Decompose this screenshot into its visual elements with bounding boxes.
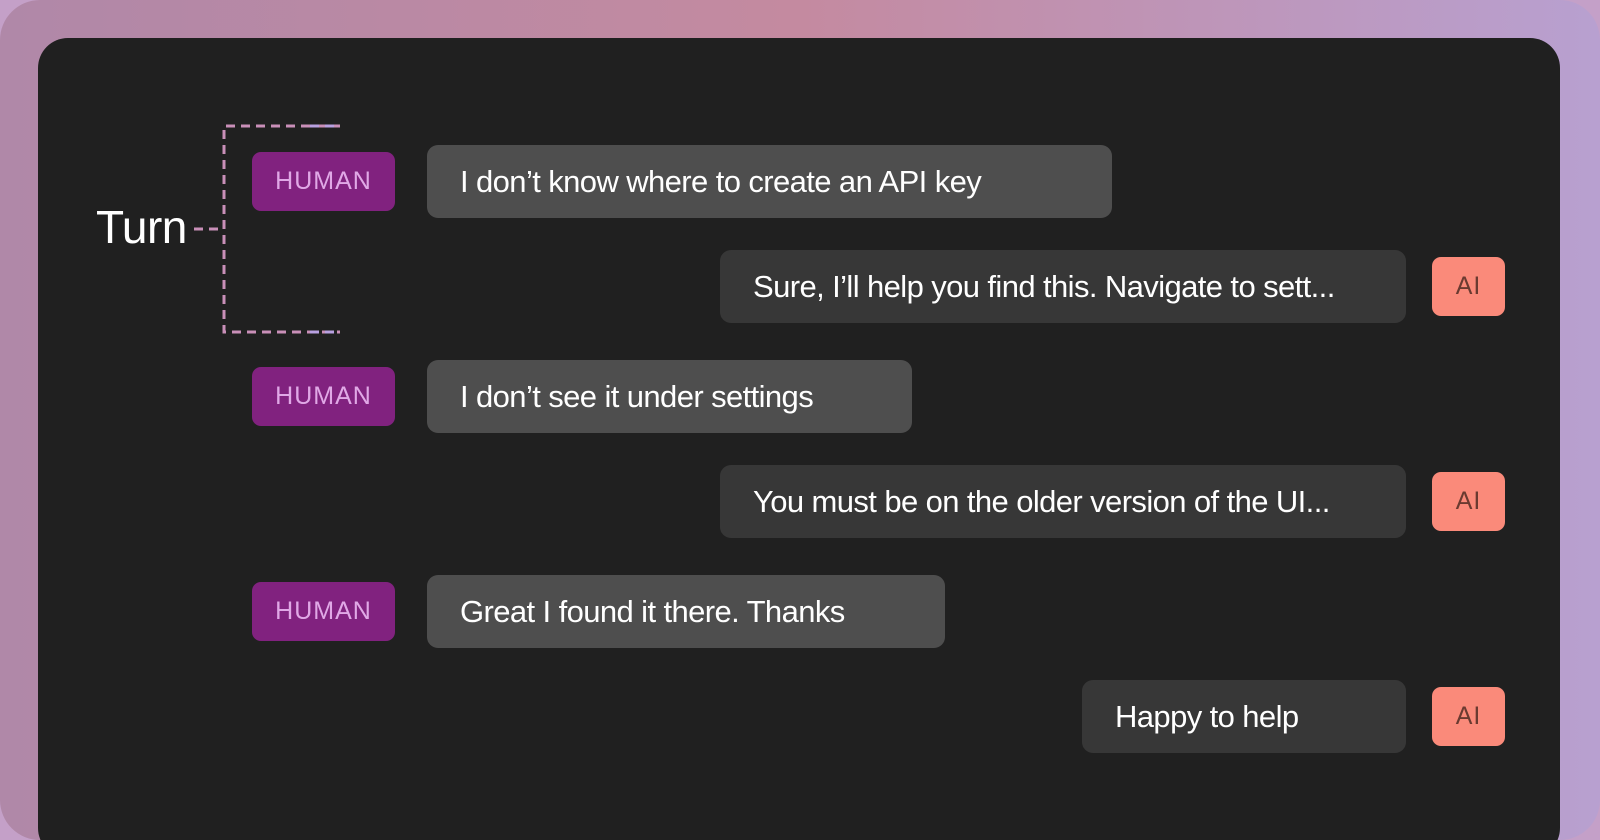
ai-message-bubble: Sure, I’ll help you find this. Navigate … [720,250,1406,323]
human-role-badge: HUMAN [252,152,395,211]
ai-role-badge: AI [1432,257,1505,316]
turn-label: Turn [96,201,187,253]
human-message-bubble: I don’t know where to create an API key [427,145,1112,218]
human-message-bubble: I don’t see it under settings [427,360,912,433]
ai-message-bubble: You must be on the older version of the … [720,465,1406,538]
human-role-badge: HUMAN [252,582,395,641]
human-message-bubble: Great I found it there. Thanks [427,575,945,648]
ai-role-badge: AI [1432,472,1505,531]
human-role-badge: HUMAN [252,367,395,426]
ai-role-badge: AI [1432,687,1505,746]
ai-message-bubble: Happy to help [1082,680,1406,753]
